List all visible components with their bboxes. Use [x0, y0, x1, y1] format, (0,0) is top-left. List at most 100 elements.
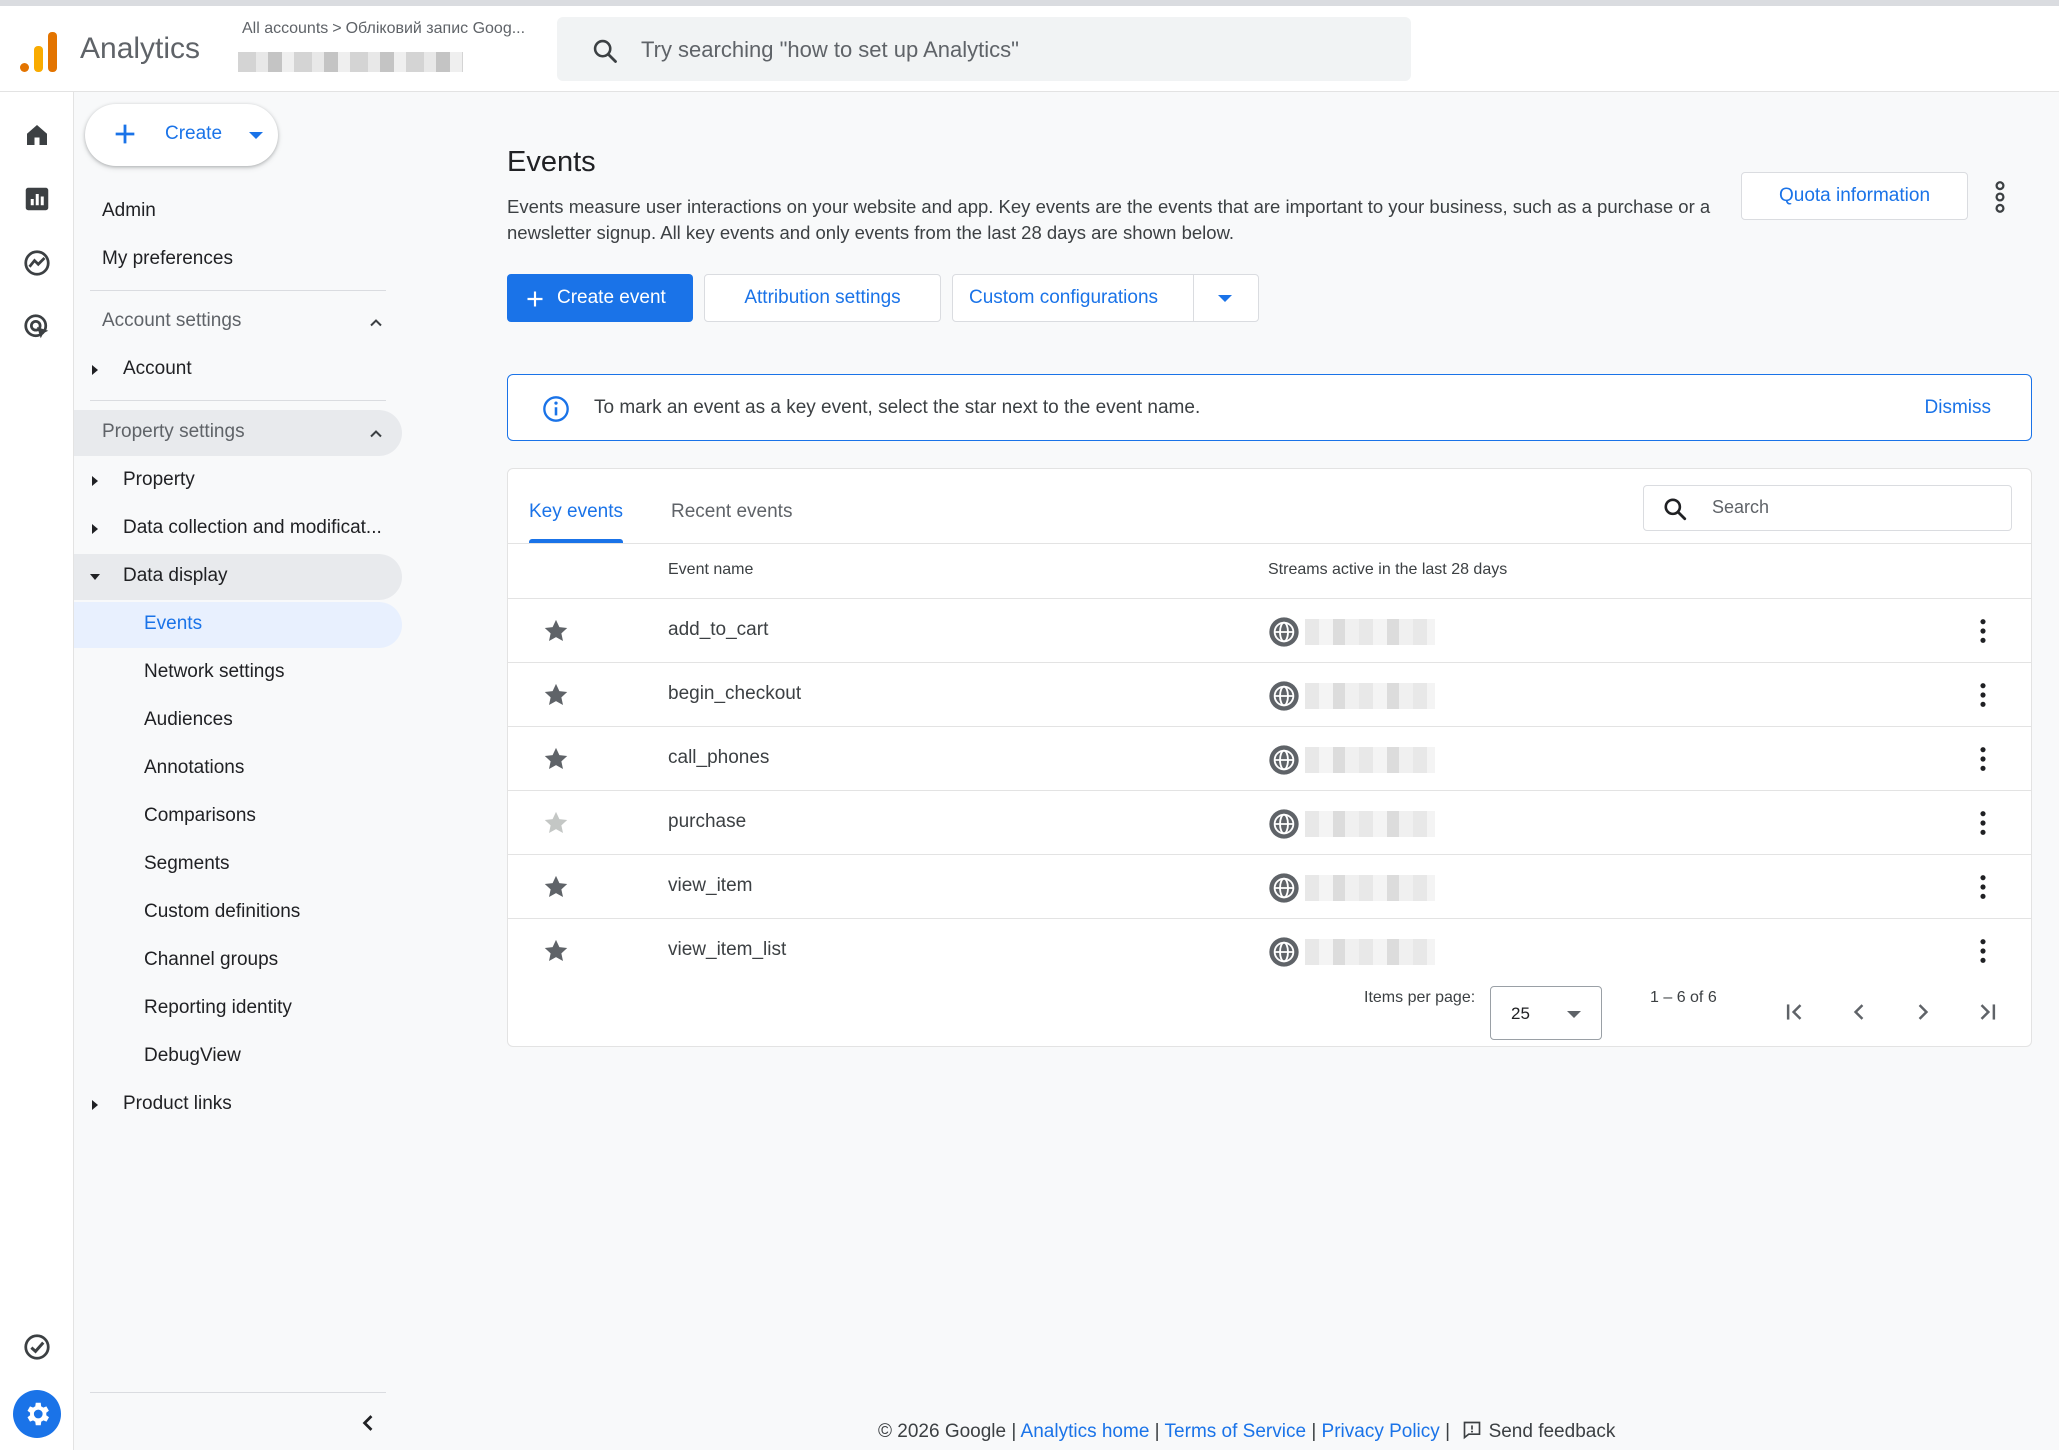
copyright: © 2026 Google: [878, 1421, 1007, 1442]
caret-down-icon: [249, 132, 263, 139]
nav-account-settings[interactable]: Account settings: [74, 299, 404, 345]
chevron-right-icon: >: [332, 20, 342, 37]
stream-name-redacted: [1305, 683, 1435, 709]
custom-configurations-button[interactable]: Custom configurations: [952, 274, 1259, 322]
more-vert-icon[interactable]: [1977, 937, 1989, 965]
expand-arrow-icon: [92, 476, 98, 486]
account-breadcrumb[interactable]: All accounts > Обліковий запис Goog...: [242, 20, 525, 38]
caret-down-icon: [1567, 1011, 1581, 1018]
web-stream-globe-icon: [1269, 809, 1299, 839]
next-page-icon[interactable]: [1912, 1001, 1934, 1023]
nav-property-settings[interactable]: Property settings: [74, 410, 402, 456]
nav-custom-definitions[interactable]: Custom definitions: [74, 890, 404, 936]
event-name[interactable]: call_phones: [668, 747, 769, 769]
first-page-icon[interactable]: [1784, 1001, 1806, 1023]
web-stream-globe-icon: [1269, 617, 1299, 647]
app-title[interactable]: Analytics: [80, 32, 200, 66]
nav-data-collection[interactable]: Data collection and modificat...: [74, 506, 404, 552]
attribution-settings-button[interactable]: Attribution settings: [704, 274, 941, 322]
admin-side-nav: Create Admin My preferences Account sett…: [74, 92, 404, 1450]
nav-reporting-identity[interactable]: Reporting identity: [74, 986, 404, 1032]
admin-gear-button[interactable]: [13, 1390, 61, 1438]
property-name-redacted[interactable]: [238, 52, 463, 72]
reports-icon[interactable]: [22, 184, 52, 214]
analytics-home-link[interactable]: Analytics home: [1021, 1421, 1150, 1442]
home-icon[interactable]: [22, 120, 52, 150]
event-name[interactable]: view_item_list: [668, 939, 786, 961]
search-placeholder: Search: [1712, 497, 1770, 517]
column-header-streams: Streams active in the last 28 days: [1268, 561, 1508, 578]
nav-audiences[interactable]: Audiences: [74, 698, 404, 744]
event-name[interactable]: add_to_cart: [668, 619, 768, 641]
create-button[interactable]: Create: [85, 104, 278, 166]
explore-icon[interactable]: [22, 248, 52, 278]
nav-account[interactable]: Account: [74, 347, 404, 393]
quota-information-button[interactable]: Quota information: [1741, 172, 1968, 220]
nav-network-settings[interactable]: Network settings: [74, 650, 404, 696]
nav-my-preferences[interactable]: My preferences: [74, 237, 404, 283]
chevron-up-icon: [370, 430, 382, 438]
more-vert-icon[interactable]: [1977, 617, 1989, 645]
nav-data-display[interactable]: Data display: [74, 554, 402, 600]
table-search-input[interactable]: Search: [1643, 485, 2012, 531]
tab-recent-events[interactable]: Recent events: [671, 501, 792, 523]
breadcrumb-account[interactable]: Обліковий запис Goog...: [346, 20, 525, 37]
items-per-page-label: Items per page:: [1364, 989, 1476, 1006]
page-description: Events measure user interactions on your…: [507, 196, 1711, 243]
nav-events[interactable]: Events: [74, 602, 402, 648]
nav-comparisons[interactable]: Comparisons: [74, 794, 404, 840]
event-name[interactable]: purchase: [668, 811, 746, 833]
caret-down-icon[interactable]: [1218, 295, 1232, 302]
plus-icon: [115, 124, 135, 144]
star-filled-icon[interactable]: [542, 681, 570, 709]
key-event-info-banner: To mark an event as a key event, select …: [507, 374, 2032, 441]
nav-segments[interactable]: Segments: [74, 842, 404, 888]
feedback-icon[interactable]: [1461, 1420, 1483, 1440]
breadcrumb-root[interactable]: All accounts: [242, 20, 328, 37]
star-outline-icon[interactable]: [542, 809, 570, 837]
last-page-icon[interactable]: [1976, 1001, 1998, 1023]
star-filled-icon[interactable]: [542, 937, 570, 965]
stream-name-redacted: [1305, 811, 1435, 837]
nav-annotations[interactable]: Annotations: [74, 746, 404, 792]
collapse-nav-chevron-left-icon[interactable]: [357, 1412, 379, 1434]
nav-product-links[interactable]: Product links: [74, 1082, 404, 1128]
nav-property[interactable]: Property: [74, 458, 404, 504]
stream-name-redacted: [1305, 875, 1435, 901]
column-header-event-name[interactable]: Event name: [668, 561, 753, 579]
tab-key-events[interactable]: Key events: [529, 501, 623, 523]
star-filled-icon[interactable]: [542, 617, 570, 645]
table-row[interactable]: add_to_cart: [508, 598, 2031, 662]
table-row[interactable]: call_phones: [508, 726, 2031, 790]
event-name[interactable]: view_item: [668, 875, 752, 897]
dismiss-button[interactable]: Dismiss: [1925, 397, 1992, 419]
event-name[interactable]: begin_checkout: [668, 683, 801, 705]
more-vert-icon[interactable]: [1977, 873, 1989, 901]
table-row[interactable]: view_item_list: [508, 918, 2031, 982]
more-vert-icon[interactable]: [1990, 180, 2010, 214]
table-row[interactable]: purchase: [508, 790, 2031, 854]
table-header-divider: [508, 543, 2031, 544]
privacy-link[interactable]: Privacy Policy: [1322, 1421, 1440, 1442]
star-filled-icon[interactable]: [542, 873, 570, 901]
table-row[interactable]: begin_checkout: [508, 662, 2031, 726]
create-event-button[interactable]: Create event: [507, 274, 693, 322]
advertising-icon[interactable]: [22, 312, 52, 342]
search-icon: [593, 39, 617, 63]
analytics-logo-icon[interactable]: [20, 30, 58, 72]
expand-arrow-icon: [92, 524, 98, 534]
nav-admin[interactable]: Admin: [74, 189, 404, 235]
items-per-page-select[interactable]: 25: [1490, 986, 1602, 1040]
more-vert-icon[interactable]: [1977, 745, 1989, 773]
global-search-input[interactable]: Try searching "how to set up Analytics": [557, 17, 1411, 81]
table-row[interactable]: view_item: [508, 854, 2031, 918]
terms-link[interactable]: Terms of Service: [1165, 1421, 1306, 1442]
send-feedback-link[interactable]: Send feedback: [1489, 1421, 1616, 1442]
more-vert-icon[interactable]: [1977, 809, 1989, 837]
more-vert-icon[interactable]: [1977, 681, 1989, 709]
check-circle-icon[interactable]: [22, 1332, 52, 1362]
nav-debugview[interactable]: DebugView: [74, 1034, 404, 1080]
previous-page-icon[interactable]: [1848, 1001, 1870, 1023]
nav-channel-groups[interactable]: Channel groups: [74, 938, 404, 984]
star-filled-icon[interactable]: [542, 745, 570, 773]
